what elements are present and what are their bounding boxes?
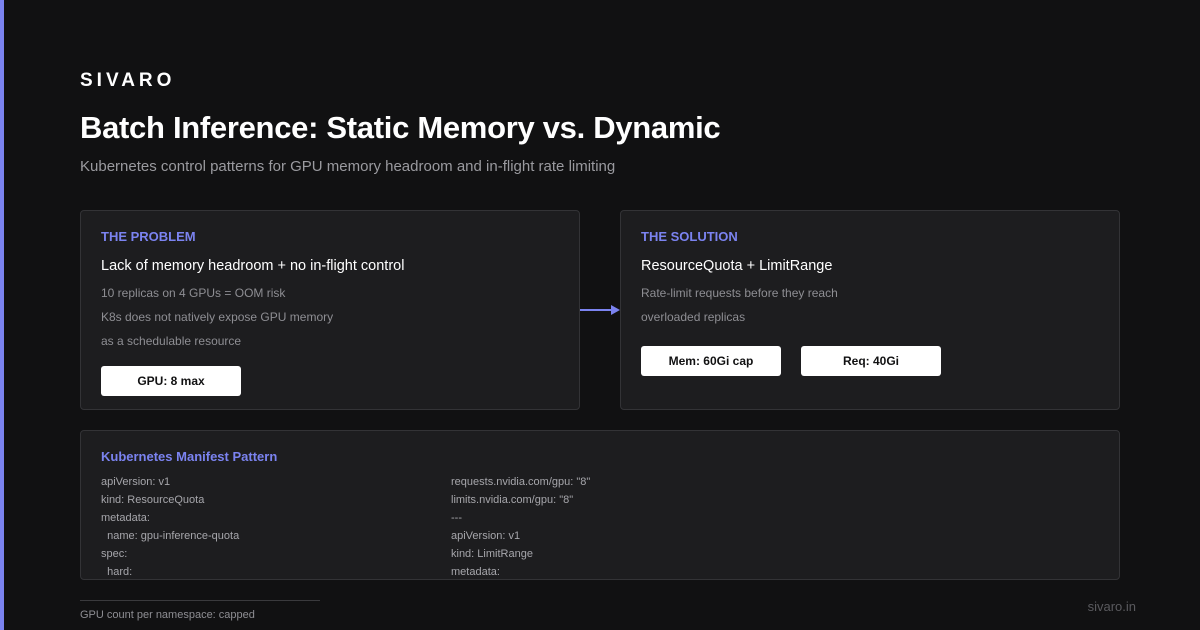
arrow-right-icon (580, 305, 620, 315)
page-title: Batch Inference: Static Memory vs. Dynam… (80, 110, 721, 145)
solution-line: Rate-limit requests before they reach (641, 286, 838, 300)
manifest-label: Kubernetes Manifest Pattern (101, 449, 278, 464)
code-line: requests.nvidia.com/gpu: "8" (451, 476, 591, 488)
solution-card: THE SOLUTION ResourceQuota + LimitRange … (620, 210, 1120, 410)
problem-line: 10 replicas on 4 GPUs = OOM risk (101, 286, 286, 300)
footer-divider (80, 600, 320, 601)
left-accent-bar (0, 0, 4, 630)
problem-heading: Lack of memory headroom + no in-flight c… (101, 258, 405, 274)
problem-card: THE PROBLEM Lack of memory headroom + no… (80, 210, 580, 410)
page-subtitle: Kubernetes control patterns for GPU memo… (80, 158, 616, 175)
code-line: apiVersion: v1 (451, 530, 521, 542)
code-line: metadata: (451, 566, 500, 578)
gpu-limit-pill: GPU: 8 max (101, 366, 241, 396)
problem-line: as a schedulable resource (101, 334, 242, 348)
code-line: limits.nvidia.com/gpu: "8" (451, 494, 574, 506)
solution-heading: ResourceQuota + LimitRange (641, 258, 833, 274)
solution-line: overloaded replicas (641, 310, 746, 324)
request-limit-pill: Req: 40Gi (801, 346, 941, 376)
problem-line: K8s does not natively expose GPU memory (101, 310, 334, 324)
code-line: spec: (101, 548, 128, 560)
code-line: --- (451, 512, 462, 524)
manifest-card: Kubernetes Manifest Pattern apiVersion: … (80, 430, 1120, 580)
footer-note: GPU count per namespace: capped (80, 609, 255, 621)
problem-label: THE PROBLEM (101, 229, 196, 244)
footer-url: sivaro.in (1087, 599, 1136, 614)
code-line: metadata: (101, 512, 150, 524)
code-line: apiVersion: v1 (101, 476, 171, 488)
memory-cap-pill: Mem: 60Gi cap (641, 346, 781, 376)
brand-logo: SIVARO (80, 70, 176, 91)
solution-label: THE SOLUTION (641, 229, 738, 244)
code-line: hard: (101, 566, 133, 578)
code-line: kind: LimitRange (451, 548, 533, 560)
code-line: name: gpu-inference-quota (101, 530, 240, 542)
code-line: kind: ResourceQuota (101, 494, 205, 506)
